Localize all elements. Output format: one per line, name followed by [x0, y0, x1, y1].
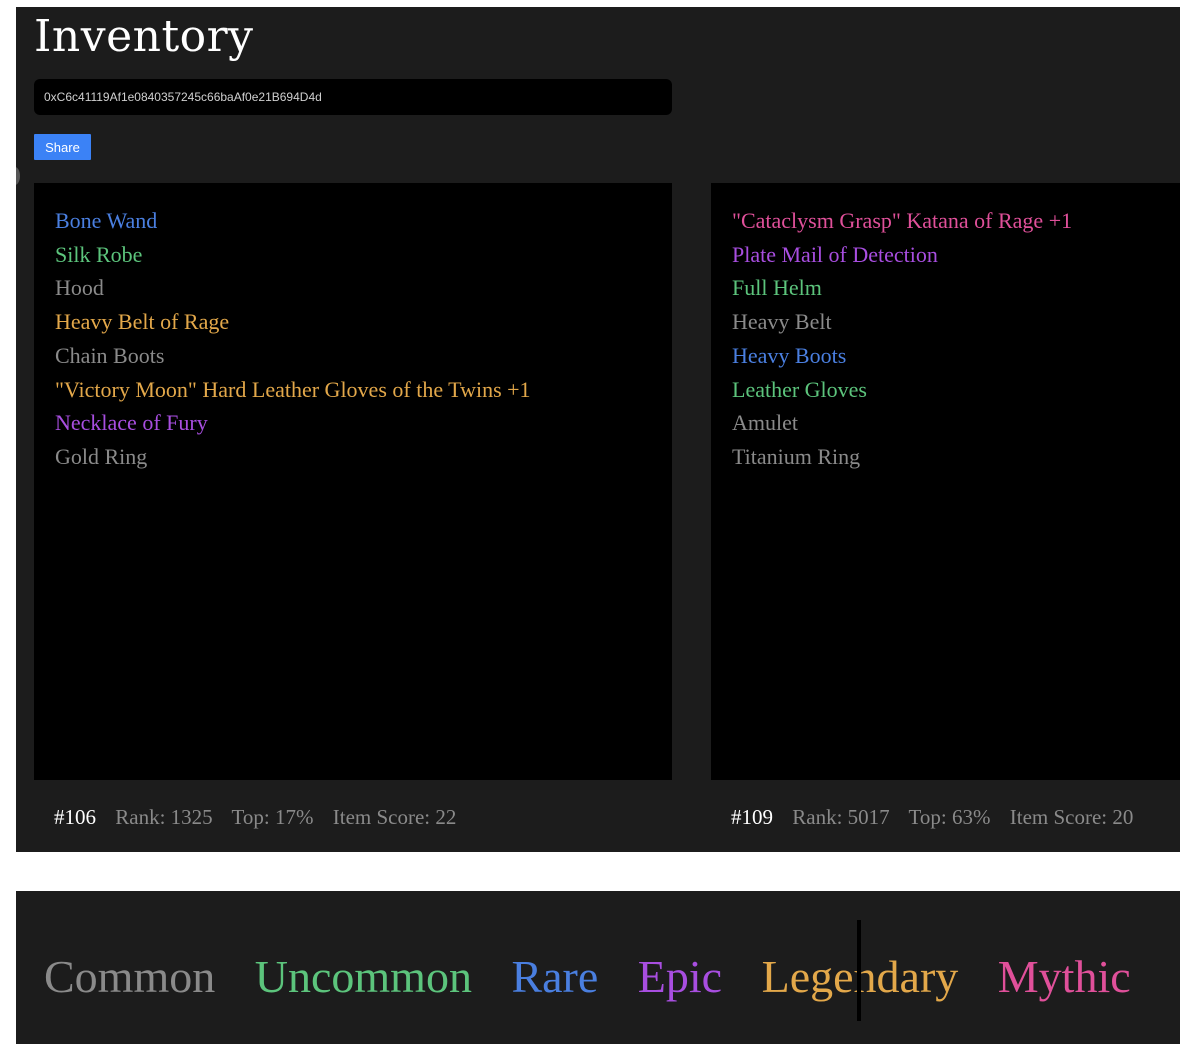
- item: "Cataclysm Grasp" Katana of Rage +1: [732, 208, 1073, 233]
- item: Necklace of Fury: [55, 410, 208, 436]
- item: "Victory Moon" Hard Leather Gloves of th…: [55, 376, 531, 402]
- item-list: Bone Wand Silk Robe Hood Heavy Belt of R…: [55, 204, 531, 474]
- item: Titanium Ring: [732, 443, 861, 469]
- item: Chain Boots: [55, 342, 165, 368]
- bag-rank: Rank: 1325: [115, 805, 213, 829]
- wallet-address-input[interactable]: [34, 79, 672, 115]
- bag-top-percent: Top: 17%: [231, 805, 314, 829]
- page-title: Inventory: [34, 11, 254, 62]
- share-button[interactable]: Share: [34, 134, 91, 160]
- inventory-panel: Inventory Share Bone Wand Silk Robe Hood…: [16, 7, 1180, 852]
- item-list: "Cataclysm Grasp" Katana of Rage +1 Plat…: [732, 204, 1072, 474]
- item: Hood: [55, 275, 104, 301]
- bag-item-score: Item Score: 22: [332, 805, 457, 829]
- legend-mythic: Mythic: [997, 951, 1131, 1002]
- item: Silk Robe: [55, 241, 143, 267]
- bag-item-score: Item Score: 20: [1009, 805, 1134, 829]
- item: Heavy Belt of Rage: [55, 309, 230, 335]
- legend-common: Common: [44, 951, 216, 1002]
- bag-card-1: Bone Wand Silk Robe Hood Heavy Belt of R…: [34, 183, 672, 780]
- bag-stats-2: #109 Rank: 5017 Top: 63% Item Score: 20: [731, 805, 1147, 830]
- bag-id[interactable]: #109: [731, 805, 773, 829]
- legend-uncommon: Uncommon: [254, 951, 472, 1002]
- item: Plate Mail of Detection: [732, 241, 938, 267]
- rarity-legend-panel: Common Uncommon Rare Epic Legendary Myth…: [16, 891, 1180, 1044]
- bag-id[interactable]: #106: [54, 805, 96, 829]
- bag-rank: Rank: 5017: [792, 805, 890, 829]
- item: Gold Ring: [55, 443, 148, 469]
- bag-card-2: "Cataclysm Grasp" Katana of Rage +1 Plat…: [711, 183, 1180, 780]
- scroll-handle[interactable]: [16, 167, 20, 185]
- item: Full Helm: [732, 275, 822, 301]
- text-cursor: [857, 920, 861, 1021]
- bag-stats-1: #106 Rank: 1325 Top: 17% Item Score: 22: [54, 805, 470, 830]
- legend-epic: Epic: [637, 951, 723, 1002]
- item: Bone Wand: [55, 208, 158, 233]
- rarity-legend: Common Uncommon Rare Epic Legendary Myth…: [44, 945, 1159, 1009]
- item: Amulet: [732, 410, 798, 436]
- item: Heavy Boots: [732, 342, 847, 368]
- item: Leather Gloves: [732, 376, 867, 402]
- legend-rare: Rare: [511, 951, 599, 1002]
- item: Heavy Belt: [732, 309, 832, 335]
- bag-top-percent: Top: 63%: [908, 805, 991, 829]
